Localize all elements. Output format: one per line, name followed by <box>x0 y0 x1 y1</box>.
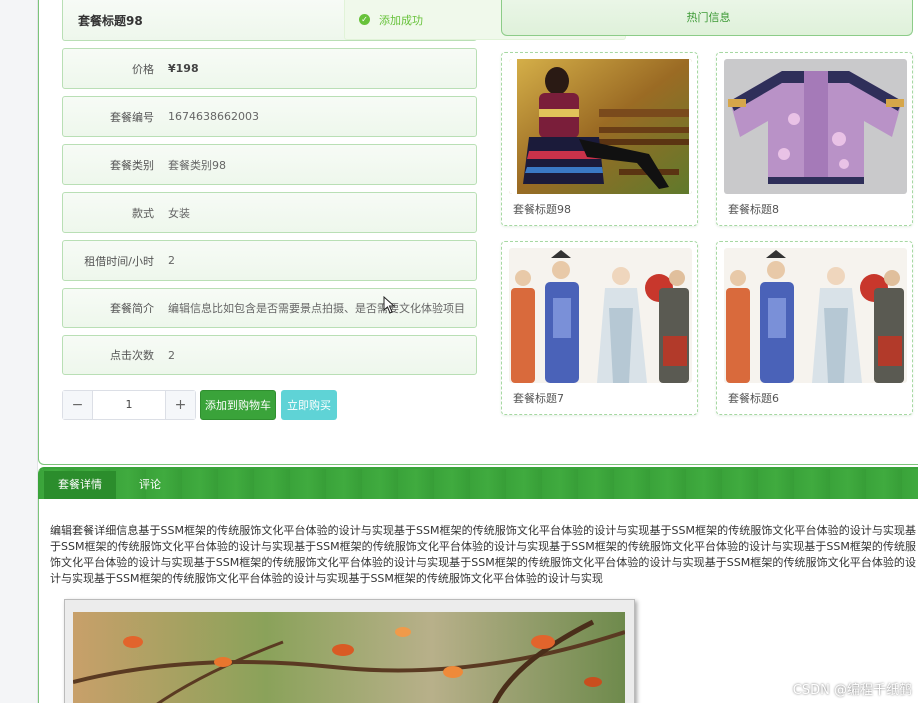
hot-item-title[interactable]: 套餐标题6 <box>728 390 779 406</box>
decrease-quantity-button[interactable]: − <box>63 391 93 419</box>
package-id-value: 1674638662003 <box>168 110 259 123</box>
style-row: 款式 女装 <box>62 192 477 233</box>
hot-item-image[interactable] <box>724 59 907 194</box>
package-intro-label: 套餐简介 <box>110 302 154 315</box>
package-category-value: 套餐类别98 <box>168 158 226 172</box>
toast-message: 添加成功 <box>379 13 423 27</box>
price-label: 价格 <box>132 62 154 76</box>
hot-item-image[interactable] <box>724 248 907 383</box>
rental-hours-row: 租借时间/小时 2 <box>62 240 477 281</box>
hot-item-title[interactable]: 套餐标题98 <box>513 201 571 217</box>
rental-hours-value: 2 <box>168 254 175 267</box>
increase-quantity-button[interactable]: + <box>165 391 195 419</box>
hot-item-card[interactable]: 套餐标题7 <box>501 241 698 415</box>
hot-item-title[interactable]: 套餐标题8 <box>728 201 779 217</box>
package-intro-value: 编辑信息比如包含是否需要景点拍摄、是否需要文化体验项目 <box>168 302 465 315</box>
hot-item-card[interactable]: 套餐标题6 <box>716 241 913 415</box>
hot-item-image[interactable] <box>509 248 692 383</box>
detail-description: 编辑套餐详细信息基于SSM框架的传统服饰文化平台体验的设计与实现基于SSM框架的… <box>50 524 916 585</box>
style-label: 款式 <box>132 206 154 220</box>
tab-package-detail[interactable]: 套餐详情 <box>44 471 116 499</box>
package-id-label: 套餐编号 <box>110 110 154 124</box>
price-value: ¥198 <box>168 62 199 75</box>
package-category-row: 套餐类别 套餐类别98 <box>62 144 477 185</box>
hot-item-image[interactable] <box>509 59 692 194</box>
quantity-input[interactable]: 1 <box>93 391 165 419</box>
add-to-cart-button[interactable]: 添加到购物车 <box>200 390 276 420</box>
style-value: 女装 <box>168 206 190 220</box>
click-count-row: 点击次数 2 <box>62 335 477 375</box>
click-count-value: 2 <box>168 348 175 362</box>
tab-comments[interactable]: 评论 <box>126 471 174 499</box>
hot-item-card[interactable]: 套餐标题8 <box>716 52 913 226</box>
product-title: 套餐标题98 <box>78 13 143 28</box>
hot-item-title[interactable]: 套餐标题7 <box>513 390 564 406</box>
check-circle-icon: ✓ <box>359 14 370 25</box>
rental-hours-label: 租借时间/小时 <box>84 254 154 268</box>
package-category-label: 套餐类别 <box>110 158 154 172</box>
watermark: CSDN @编程千纸鹤 <box>792 683 912 698</box>
left-sidebar-gutter <box>0 0 38 703</box>
detail-photo <box>73 612 625 703</box>
package-id-row: 套餐编号 1674638662003 <box>62 96 477 137</box>
hot-info-tab[interactable]: 热门信息 <box>626 0 791 35</box>
buy-now-button[interactable]: 立即购买 <box>281 390 337 420</box>
click-count-label: 点击次数 <box>110 349 154 362</box>
package-intro-row: 套餐简介 编辑信息比如包含是否需要景点拍摄、是否需要文化体验项目 <box>62 288 477 328</box>
mouse-cursor-icon <box>383 296 396 314</box>
price-row: 价格 ¥198 <box>62 48 477 89</box>
quantity-stepper: − 1 + <box>62 390 196 420</box>
hot-info-header: 热门信息 <box>501 0 913 36</box>
hot-item-card[interactable]: 套餐标题98 <box>501 52 698 226</box>
